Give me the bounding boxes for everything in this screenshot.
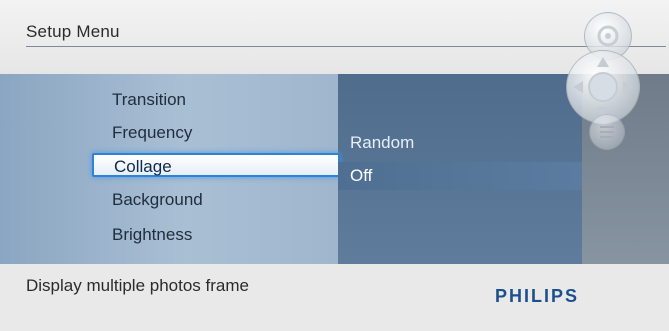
menu-item-background[interactable]: Background	[112, 188, 203, 212]
option-off[interactable]: Off	[338, 162, 582, 190]
menu-item-brightness[interactable]: Brightness	[112, 223, 192, 247]
help-text: Display multiple photos frame	[26, 276, 249, 295]
footer-bar: Display multiple photos frame PHILIPS	[0, 264, 669, 331]
menu-item-collage[interactable]: Collage	[92, 153, 340, 177]
dpad-icon[interactable]	[566, 50, 640, 124]
brand-logo: PHILIPS	[494, 286, 579, 306]
header-divider	[26, 46, 666, 47]
menu-icon[interactable]	[589, 114, 625, 150]
photo-frame-screen: Setup Menu Transition Frequency Collage …	[0, 0, 669, 331]
option-random[interactable]: Random	[350, 129, 414, 157]
menu-item-frequency[interactable]: Frequency	[112, 121, 192, 145]
menu-item-transition[interactable]: Transition	[112, 88, 186, 112]
page-title: Setup Menu	[26, 22, 120, 41]
